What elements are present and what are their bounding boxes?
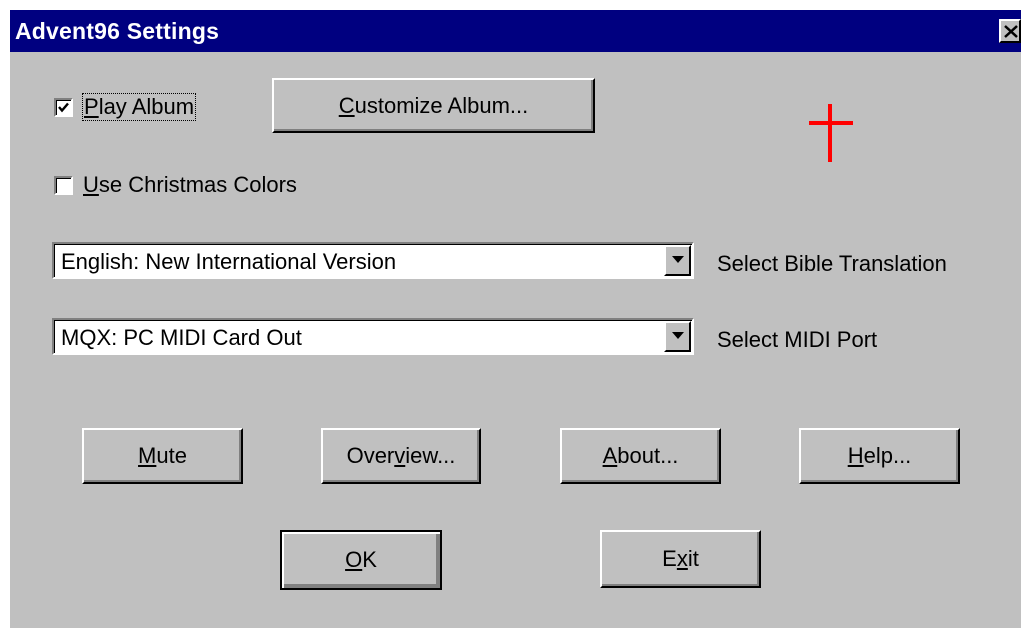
help-button[interactable]: Help... bbox=[799, 428, 960, 484]
ok-label: OK bbox=[345, 547, 377, 572]
window-title: Advent96 Settings bbox=[15, 18, 220, 44]
chevron-down-icon bbox=[672, 332, 684, 339]
midi-port-label: Select MIDI Port bbox=[717, 327, 878, 352]
exit-label: Exit bbox=[662, 546, 699, 571]
christmas-colors-checkbox[interactable] bbox=[54, 175, 73, 195]
overview-label: Overview... bbox=[346, 443, 456, 468]
midi-port-value: MQX: PC MIDI Card Out bbox=[61, 325, 302, 350]
mute-label: Mute bbox=[138, 443, 187, 468]
christmas-colors-label: Use Christmas Colors bbox=[83, 172, 297, 197]
overview-button[interactable]: Overview... bbox=[321, 428, 481, 484]
about-label: About... bbox=[602, 443, 679, 468]
bible-translation-label: Select Bible Translation bbox=[717, 251, 947, 276]
chevron-down-icon bbox=[672, 256, 684, 263]
bible-translation-value: English: New International Version bbox=[61, 249, 397, 274]
help-label: Help... bbox=[847, 443, 912, 468]
play-album-checkbox[interactable] bbox=[54, 97, 73, 117]
close-icon bbox=[1004, 25, 1018, 38]
title-bar: Advent96 Settings bbox=[10, 10, 1021, 52]
ok-button[interactable]: OK bbox=[280, 530, 442, 590]
customize-album-label: Customize Album... bbox=[338, 92, 529, 118]
exit-button[interactable]: Exit bbox=[600, 530, 761, 588]
christmas-colors-option[interactable]: Use Christmas Colors bbox=[54, 172, 297, 198]
bible-translation-select[interactable]: English: New International Version bbox=[52, 242, 694, 279]
play-album-option[interactable]: Play Album bbox=[54, 93, 197, 121]
settings-dialog: Advent96 Settings Play Album Customize A… bbox=[10, 10, 1021, 628]
midi-port-select[interactable]: MQX: PC MIDI Card Out bbox=[52, 318, 694, 355]
about-button[interactable]: About... bbox=[560, 428, 721, 484]
bible-translation-dropdown-button[interactable] bbox=[664, 245, 691, 276]
checkmark-icon bbox=[58, 102, 69, 112]
close-button[interactable] bbox=[999, 19, 1021, 43]
customize-album-button[interactable]: Customize Album... bbox=[272, 78, 595, 133]
midi-port-dropdown-button[interactable] bbox=[664, 321, 691, 352]
cross-icon bbox=[809, 104, 853, 162]
mute-button[interactable]: Mute bbox=[82, 428, 243, 484]
play-album-label: Play Album bbox=[81, 93, 197, 121]
